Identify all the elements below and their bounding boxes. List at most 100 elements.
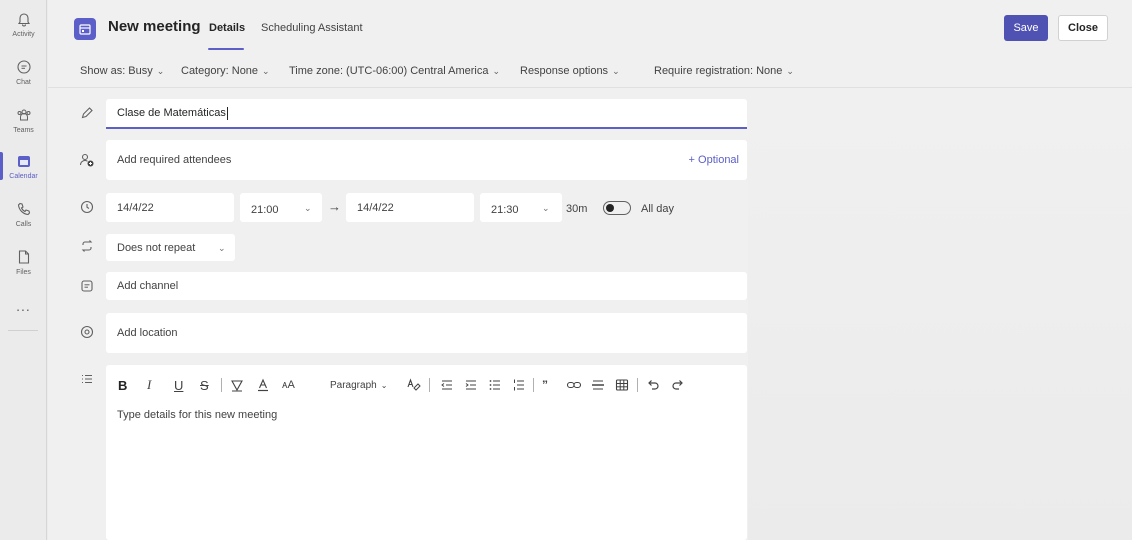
time-zone-label: Time zone: (UTC-06:00) Central America — [289, 65, 489, 77]
details-list-icon — [78, 370, 96, 388]
formatting-toolbar: B I U S ᴀA Paragraph ⌄ ” — [106, 375, 747, 395]
details-placeholder: Type details for this new meeting — [117, 409, 278, 421]
paragraph-label: Paragraph — [330, 379, 377, 391]
all-day-label: All day — [641, 203, 675, 215]
highlight-icon[interactable] — [230, 375, 244, 395]
end-time-dropdown[interactable]: 21:30 ⌄ — [480, 193, 562, 222]
all-day-toggle[interactable] — [603, 201, 631, 215]
font-color-icon[interactable] — [256, 375, 270, 395]
rail-label: Activity — [12, 31, 35, 38]
chevron-down-icon: ⌄ — [218, 243, 226, 253]
rail-item-calls[interactable]: Calls — [0, 198, 47, 228]
end-date-input[interactable]: 14/4/22 — [346, 193, 474, 222]
strikethrough-button[interactable]: S — [200, 375, 209, 395]
rail-label: Calendar — [9, 173, 38, 180]
close-button[interactable]: Close — [1058, 15, 1108, 41]
arrow-right-icon: → — [328, 199, 341, 214]
chevron-down-icon: ⌄ — [380, 380, 388, 390]
link-icon[interactable] — [566, 375, 582, 395]
rail-item-activity[interactable]: Activity — [0, 8, 47, 38]
start-time-value: 21:00 — [251, 203, 279, 216]
increase-indent-icon[interactable] — [464, 375, 478, 395]
location-input[interactable]: Add location — [106, 313, 747, 353]
meeting-header: New meeting Details Scheduling Assistant… — [48, 0, 1132, 56]
numbered-list-icon[interactable] — [512, 375, 526, 395]
channel-icon — [78, 277, 96, 295]
clear-format-icon[interactable] — [406, 375, 422, 395]
rail-label: Teams — [13, 127, 34, 134]
duration-label: 30m — [566, 203, 588, 215]
registration-label: Require registration: None — [654, 65, 783, 77]
toggle-knob — [606, 204, 614, 212]
rail-divider — [8, 330, 38, 331]
active-tab-indicator — [208, 48, 244, 50]
page-title: New meeting — [108, 18, 201, 35]
rail-label: Chat — [16, 79, 31, 86]
start-date-input[interactable]: 14/4/22 — [106, 193, 234, 222]
right-panel — [748, 90, 1132, 540]
rail-item-teams[interactable]: Teams — [0, 104, 47, 134]
more-apps-button[interactable]: ... — [0, 298, 47, 314]
save-button[interactable]: Save — [1004, 15, 1048, 41]
text-caret — [226, 106, 228, 120]
tab-details[interactable]: Details — [209, 22, 245, 34]
italic-button[interactable]: I — [147, 375, 151, 395]
bulleted-list-icon[interactable] — [488, 375, 502, 395]
paragraph-dropdown[interactable]: Paragraph ⌄ — [330, 375, 387, 395]
chevron-down-icon: ⌄ — [304, 203, 312, 213]
repeat-dropdown[interactable]: Does not repeat ⌄ — [106, 234, 235, 261]
chevron-down-icon: ⌄ — [542, 203, 550, 213]
teams-icon — [13, 104, 35, 126]
app-rail: Activity Chat Teams Calendar Calls Files… — [0, 0, 47, 540]
start-time-dropdown[interactable]: 21:00 ⌄ — [240, 193, 322, 222]
horizontal-rule-icon[interactable] — [591, 375, 605, 395]
quote-icon[interactable]: ” — [542, 375, 548, 395]
end-time-value: 21:30 — [491, 203, 519, 216]
add-person-icon — [78, 151, 96, 169]
attendees-placeholder: Add required attendees — [117, 154, 232, 166]
chevron-down-icon: ⌄ — [262, 66, 270, 76]
toolbar-divider — [533, 378, 534, 392]
channel-placeholder: Add channel — [117, 280, 179, 292]
chevron-down-icon: ⌄ — [492, 66, 501, 76]
meeting-title-input[interactable]: Clase de Matemáticas — [106, 99, 747, 129]
tab-scheduling-assistant[interactable]: Scheduling Assistant — [261, 22, 363, 34]
chat-icon — [13, 56, 35, 78]
attendees-input[interactable]: Add required attendees + Optional — [106, 140, 747, 180]
rail-item-files[interactable]: Files — [0, 246, 47, 276]
chevron-down-icon: ⌄ — [612, 66, 620, 76]
chevron-down-icon: ⌄ — [786, 66, 794, 76]
undo-icon[interactable] — [646, 375, 660, 395]
calendar-badge-icon — [74, 18, 96, 40]
repeat-icon — [78, 237, 96, 255]
channel-input[interactable]: Add channel — [106, 272, 747, 300]
font-size-icon[interactable]: ᴀA — [282, 375, 295, 395]
table-icon[interactable] — [615, 375, 629, 395]
decrease-indent-icon[interactable] — [440, 375, 454, 395]
redo-icon[interactable] — [671, 375, 685, 395]
underline-button[interactable]: U — [174, 375, 183, 395]
file-icon — [13, 246, 35, 268]
toolbar-divider — [637, 378, 638, 392]
phone-icon — [13, 198, 35, 220]
meeting-options-bar: Show as: Busy ⌄ Category: None ⌄ Time zone… — [48, 56, 1132, 88]
add-optional-attendees-link[interactable]: + Optional — [689, 154, 739, 166]
rail-item-calendar[interactable]: Calendar — [0, 150, 47, 180]
rail-label: Files — [16, 269, 31, 276]
show-as-dropdown[interactable]: Show as: Busy ⌄ — [80, 65, 164, 77]
meeting-title-value: Clase de Matemáticas — [117, 107, 226, 119]
end-date-value: 14/4/22 — [357, 201, 394, 214]
registration-dropdown[interactable]: Require registration: None ⌄ — [654, 65, 794, 77]
rail-item-chat[interactable]: Chat — [0, 56, 47, 86]
bold-button[interactable]: B — [118, 375, 127, 395]
category-dropdown[interactable]: Category: None ⌄ — [181, 65, 270, 77]
pencil-icon — [78, 104, 96, 122]
time-zone-dropdown[interactable]: Time zone: (UTC-06:00) Central America ⌄ — [289, 65, 500, 77]
category-label: Category: None — [181, 65, 259, 77]
chevron-down-icon: ⌄ — [156, 66, 165, 76]
response-options-label: Response options — [520, 65, 609, 77]
response-options-dropdown[interactable]: Response options ⌄ — [520, 65, 620, 77]
details-editor[interactable]: B I U S ᴀA Paragraph ⌄ ” Type details fo… — [106, 365, 747, 540]
toolbar-divider — [221, 378, 222, 392]
rail-label: Calls — [15, 221, 32, 228]
